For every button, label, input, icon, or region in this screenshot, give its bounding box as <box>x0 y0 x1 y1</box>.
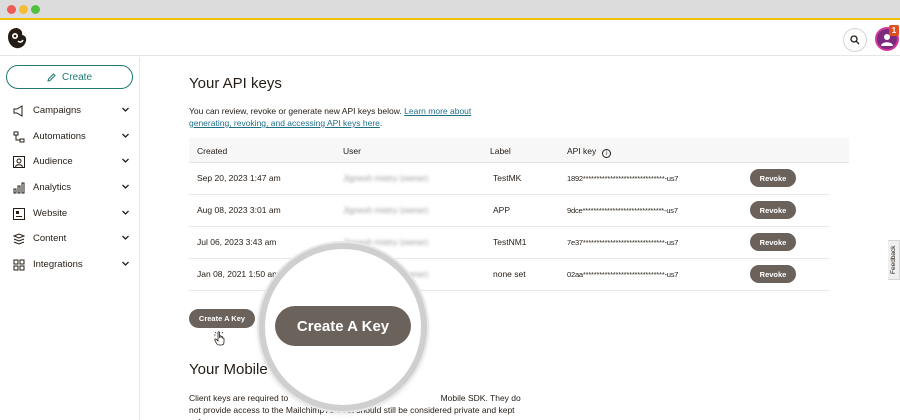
column-header-user: User <box>343 146 361 156</box>
created-cell: Aug 08, 2023 3:01 am <box>197 205 281 215</box>
created-cell: Sep 20, 2023 1:47 am <box>197 173 281 183</box>
label-cell: APP <box>493 205 511 215</box>
api-key-header-label: API key <box>567 146 597 156</box>
grid-icon <box>13 259 25 271</box>
column-header-api-key: API key i <box>567 146 612 158</box>
feedback-tab[interactable]: Feedback <box>888 240 900 280</box>
api-key-cell: 1892******************************-us7 <box>567 174 679 183</box>
label-cell: none set <box>493 269 526 279</box>
audience-icon <box>13 156 25 168</box>
sidebar-item-audience[interactable]: Audience <box>0 151 140 173</box>
api-key-cell: 7e37******************************-us7 <box>567 238 679 247</box>
label-cell: TestNM1 <box>493 237 527 247</box>
content-icon <box>12 233 26 245</box>
intro-text: You can review, revoke or generate new A… <box>189 106 405 116</box>
user-cell: Jignesh mistry (owner) <box>343 205 429 215</box>
chevron-down-icon <box>122 235 129 240</box>
create-button[interactable]: Create <box>6 65 133 89</box>
automation-icon <box>13 131 25 143</box>
close-window-button[interactable] <box>7 5 16 14</box>
hand-pointer-cursor-icon <box>214 331 225 346</box>
chevron-down-icon <box>122 158 129 163</box>
sidebar-item-label: Analytics <box>33 182 72 193</box>
intro-paragraph: You can review, revoke or generate new A… <box>189 105 509 129</box>
revoke-button[interactable]: Revoke <box>750 201 796 219</box>
sidebar-item-label: Audience <box>33 156 73 167</box>
sidebar: Create Campaigns Automations Audience An… <box>0 57 140 420</box>
column-header-created: Created <box>197 146 228 156</box>
table-row: Jul 06, 2023 3:43 am Jignesh mistry (own… <box>189 227 829 259</box>
user-cell: Jignesh mistry (owner) <box>343 173 429 183</box>
sidebar-item-label: Automations <box>33 131 86 142</box>
notification-badge: 1 <box>889 25 899 36</box>
table-header: Created User Label API key i <box>189 138 849 163</box>
maximize-window-button[interactable] <box>31 5 40 14</box>
intro-end: . <box>379 118 383 128</box>
section-title-mobile: Your Mobile <box>189 361 268 378</box>
revoke-button[interactable]: Revoke <box>750 233 796 251</box>
mobile-text-part1: Client keys are required to <box>189 393 291 403</box>
chevron-down-icon <box>122 133 129 138</box>
search-icon <box>850 35 860 45</box>
magnifier-callout: Create A Key <box>259 243 427 411</box>
column-header-label: Label <box>490 146 511 156</box>
minimize-window-button[interactable] <box>19 5 28 14</box>
sidebar-item-label: Campaigns <box>33 105 82 116</box>
sidebar-item-integrations[interactable]: Integrations <box>0 254 140 276</box>
website-icon <box>13 208 25 220</box>
revoke-button[interactable]: Revoke <box>750 169 796 187</box>
label-cell: TestMK <box>493 173 522 183</box>
main-content: Your API keys You can review, revoke or … <box>141 57 900 420</box>
api-key-cell: 9dce******************************-us7 <box>567 206 678 215</box>
revoke-button[interactable]: Revoke <box>750 265 796 283</box>
info-icon[interactable]: i <box>602 149 612 158</box>
chevron-down-icon <box>122 107 129 112</box>
sidebar-item-label: Website <box>33 208 68 219</box>
chevron-down-icon <box>122 261 129 266</box>
magnified-create-a-key-button: Create A Key <box>275 306 411 346</box>
created-cell: Jul 06, 2023 3:43 am <box>197 237 277 247</box>
sidebar-item-analytics[interactable]: Analytics <box>0 177 140 199</box>
megaphone-icon <box>13 105 23 117</box>
table-row: Aug 08, 2023 3:01 am Jignesh mistry (own… <box>189 195 829 227</box>
window-titlebar <box>0 0 900 20</box>
created-cell: Jan 08, 2021 1:50 am <box>197 269 280 279</box>
chevron-down-icon <box>122 210 129 215</box>
sidebar-item-website[interactable]: Website <box>0 203 140 225</box>
page-title: Your API keys <box>189 75 282 92</box>
sidebar-item-content[interactable]: Content <box>0 228 140 250</box>
mailchimp-logo-icon[interactable] <box>6 26 28 50</box>
create-button-label: Create <box>61 71 92 83</box>
chevron-down-icon <box>122 184 129 189</box>
sidebar-item-campaigns[interactable]: Campaigns <box>0 100 140 122</box>
search-button[interactable] <box>843 28 867 52</box>
pencil-icon <box>47 72 56 82</box>
app-header: 1 <box>0 22 900 56</box>
sidebar-item-label: Integrations <box>33 259 83 270</box>
sidebar-item-automations[interactable]: Automations <box>0 126 140 148</box>
bar-chart-icon <box>13 182 25 194</box>
create-a-key-button[interactable]: Create A Key <box>189 309 255 328</box>
api-key-cell: 02aa******************************-us7 <box>567 270 679 279</box>
table-row: Sep 20, 2023 1:47 am Jignesh mistry (own… <box>189 163 829 195</box>
sidebar-item-label: Content <box>33 233 67 244</box>
